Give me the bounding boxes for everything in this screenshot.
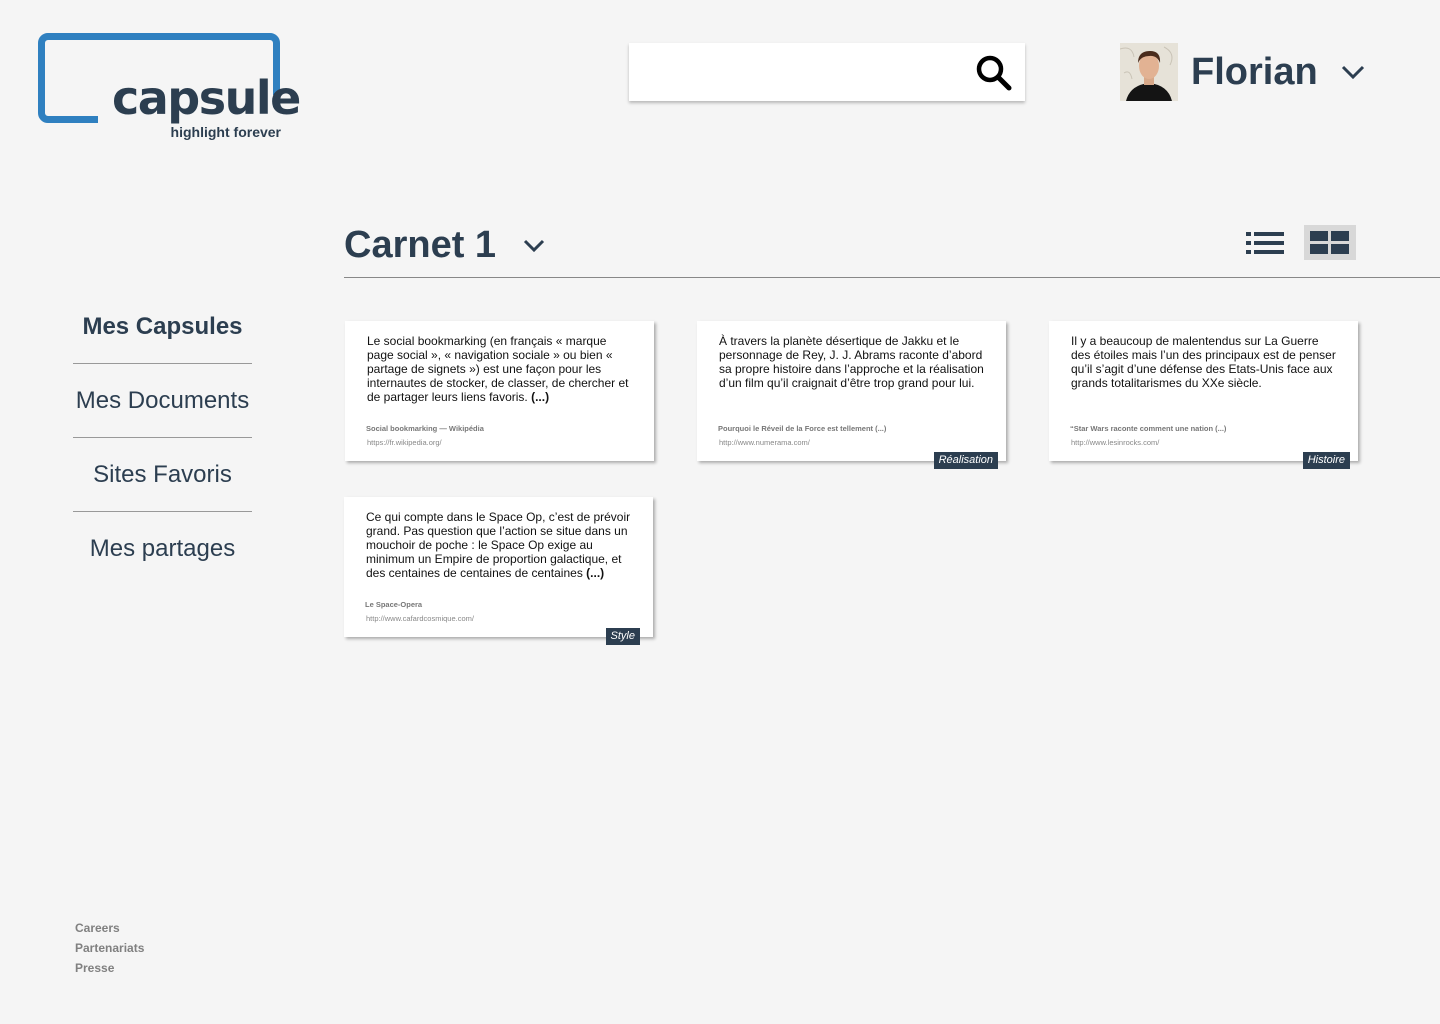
capsule-excerpt: Ce qui compte dans le Space Op, c’est de… — [366, 510, 631, 580]
sidebar-item-mes-capsules[interactable]: Mes Capsules — [73, 290, 252, 364]
capsule-source: Social bookmarking — Wikipédia — [366, 424, 484, 433]
capsule-url[interactable]: http://www.lesinrocks.com/ — [1071, 438, 1159, 447]
capsule-url[interactable]: http://www.numerama.com/ — [719, 438, 810, 447]
footer-link-careers[interactable]: Careers — [75, 918, 144, 938]
grid-view-button[interactable] — [1304, 225, 1356, 260]
capsule-card[interactable]: À travers la planète désertique de Jakku… — [697, 321, 1006, 469]
capsule-source: “Star Wars raconte comment une nation (.… — [1070, 424, 1227, 433]
capsule-tag[interactable]: Histoire — [1302, 452, 1350, 469]
capsule-excerpt: À travers la planète désertique de Jakku… — [719, 334, 984, 390]
sidebar-nav: Mes Capsules Mes Documents Sites Favoris… — [73, 290, 252, 586]
capsule-card[interactable]: Il y a beaucoup de malentendus sur La Gu… — [1049, 321, 1358, 469]
notebook-selector[interactable]: Carnet 1 — [344, 224, 546, 267]
footer-link-partenariats[interactable]: Partenariats — [75, 938, 144, 958]
capsule-url[interactable]: http://www.cafardcosmique.com/ — [366, 614, 474, 623]
chevron-down-icon[interactable] — [522, 238, 546, 253]
capsule-url[interactable]: https://fr.wikipedia.org/ — [367, 438, 442, 447]
capsule-source: Le Space-Opera — [365, 600, 423, 609]
capsule-card[interactable]: Le social bookmarking (en français « mar… — [345, 321, 654, 461]
capsule-card[interactable]: Ce qui compte dans le Space Op, c’est de… — [344, 497, 653, 645]
user-name: Florian — [1191, 50, 1318, 93]
sidebar-item-sites-favoris[interactable]: Sites Favoris — [73, 438, 252, 512]
capsule-tag[interactable]: Réalisation — [933, 452, 998, 469]
sidebar-item-mes-documents[interactable]: Mes Documents — [73, 364, 252, 438]
logo-wordmark: capsule — [112, 71, 301, 125]
search-icon[interactable] — [975, 54, 1013, 92]
logo-tagline: highlight forever — [170, 124, 281, 140]
capsule-logo[interactable]: capsule highlight forever — [38, 33, 301, 145]
read-more[interactable]: (...) — [586, 566, 604, 580]
capsule-excerpt: Il y a beaucoup de malentendus sur La Gu… — [1071, 334, 1336, 390]
sidebar-item-mes-partages[interactable]: Mes partages — [73, 512, 252, 586]
capsule-tag[interactable]: Style — [605, 628, 640, 645]
capsule-source: Pourquoi le Réveil de la Force est telle… — [718, 424, 887, 433]
capsule-excerpt: Le social bookmarking (en français « mar… — [367, 334, 629, 404]
chevron-down-icon[interactable] — [1340, 64, 1366, 80]
search-box — [629, 43, 1025, 101]
search-input[interactable] — [641, 53, 961, 91]
user-avatar — [1120, 43, 1178, 101]
footer-links: Careers Partenariats Presse — [75, 918, 144, 978]
notebook-title: Carnet 1 — [344, 224, 497, 266]
footer-link-presse[interactable]: Presse — [75, 958, 144, 978]
user-menu[interactable]: Florian — [1120, 43, 1366, 101]
read-more[interactable]: (...) — [531, 390, 549, 404]
avatar-photo — [1120, 43, 1178, 101]
list-view-icon[interactable] — [1244, 228, 1286, 258]
grid-view-icon — [1310, 231, 1349, 254]
header-divider — [344, 277, 1440, 278]
